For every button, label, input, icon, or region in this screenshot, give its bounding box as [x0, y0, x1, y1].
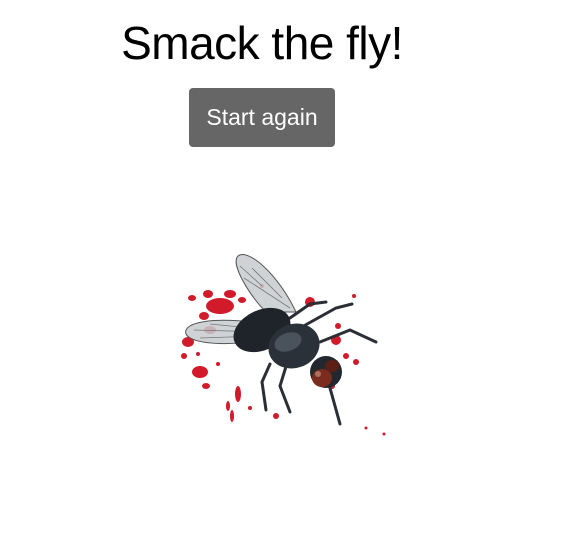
- start-again-button[interactable]: Start again: [189, 88, 335, 147]
- fly-target[interactable]: [170, 246, 392, 440]
- squashed-fly-icon: [181, 254, 386, 436]
- game-page: Smack the fly! Start again: [0, 0, 576, 548]
- page-title: Smack the fly!: [121, 17, 403, 69]
